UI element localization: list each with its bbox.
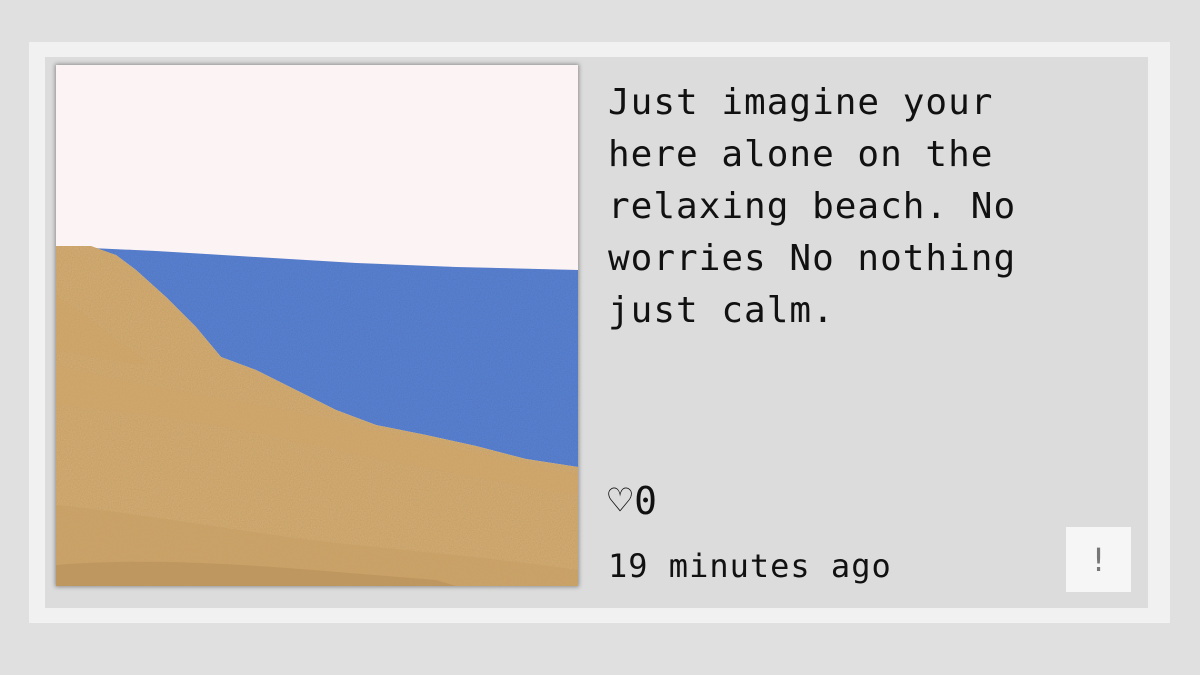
post-frame: Just imagine your here alone on the rela… — [29, 42, 1170, 623]
like-button[interactable]: ♡ 0 — [608, 481, 657, 521]
post-artwork — [56, 65, 578, 586]
like-count: 0 — [634, 479, 657, 523]
heart-outline-icon: ♡ — [608, 478, 633, 524]
report-button[interactable]: ! — [1066, 527, 1131, 592]
post-text: Just imagine your here alone on the rela… — [608, 82, 1017, 331]
post-card: Just imagine your here alone on the rela… — [45, 57, 1148, 608]
beach-drawing — [56, 65, 578, 586]
post-timestamp: 19 minutes ago — [608, 547, 892, 585]
